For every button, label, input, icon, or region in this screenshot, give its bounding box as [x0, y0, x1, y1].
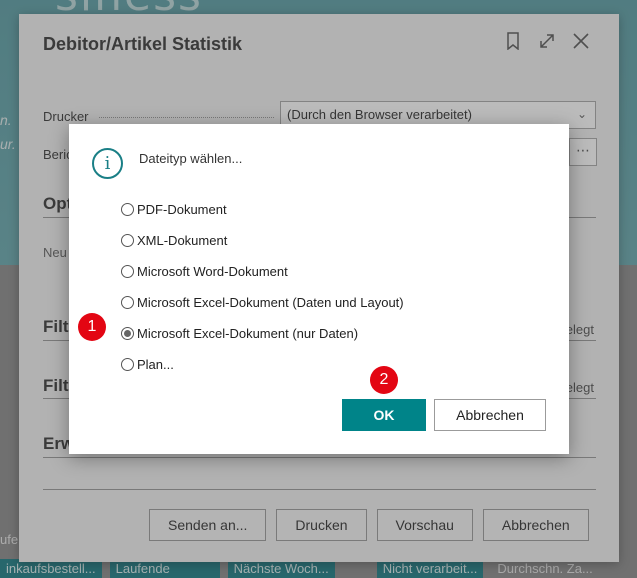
option-pdf[interactable]: PDF-Dokument: [121, 194, 404, 225]
radio-button[interactable]: [121, 203, 134, 216]
option-xml[interactable]: XML-Dokument: [121, 225, 404, 256]
radio-button[interactable]: [121, 234, 134, 247]
radio-button[interactable]: [121, 296, 134, 309]
radio-button-checked[interactable]: [121, 327, 134, 340]
ok-button[interactable]: OK: [342, 399, 426, 431]
radio-button[interactable]: [121, 358, 134, 371]
option-schedule[interactable]: Plan...: [121, 349, 404, 380]
dialog-actions: OK Abbrechen: [342, 399, 546, 431]
file-type-dialog: i Dateityp wählen... PDF-Dokument XML-Do…: [69, 124, 569, 454]
dialog-title: Dateityp wählen...: [139, 151, 243, 166]
option-word[interactable]: Microsoft Word-Dokument: [121, 256, 404, 287]
option-excel-data-layout[interactable]: Microsoft Excel-Dokument (Daten und Layo…: [121, 287, 404, 318]
annotation-marker-2: 2: [370, 366, 398, 394]
info-icon: i: [92, 148, 123, 179]
radio-button[interactable]: [121, 265, 134, 278]
option-excel-data-only[interactable]: Microsoft Excel-Dokument (nur Daten): [121, 318, 404, 349]
dialog-cancel-button[interactable]: Abbrechen: [434, 399, 546, 431]
annotation-marker-1: 1: [78, 313, 106, 341]
file-type-options: PDF-Dokument XML-Dokument Microsoft Word…: [121, 194, 404, 380]
